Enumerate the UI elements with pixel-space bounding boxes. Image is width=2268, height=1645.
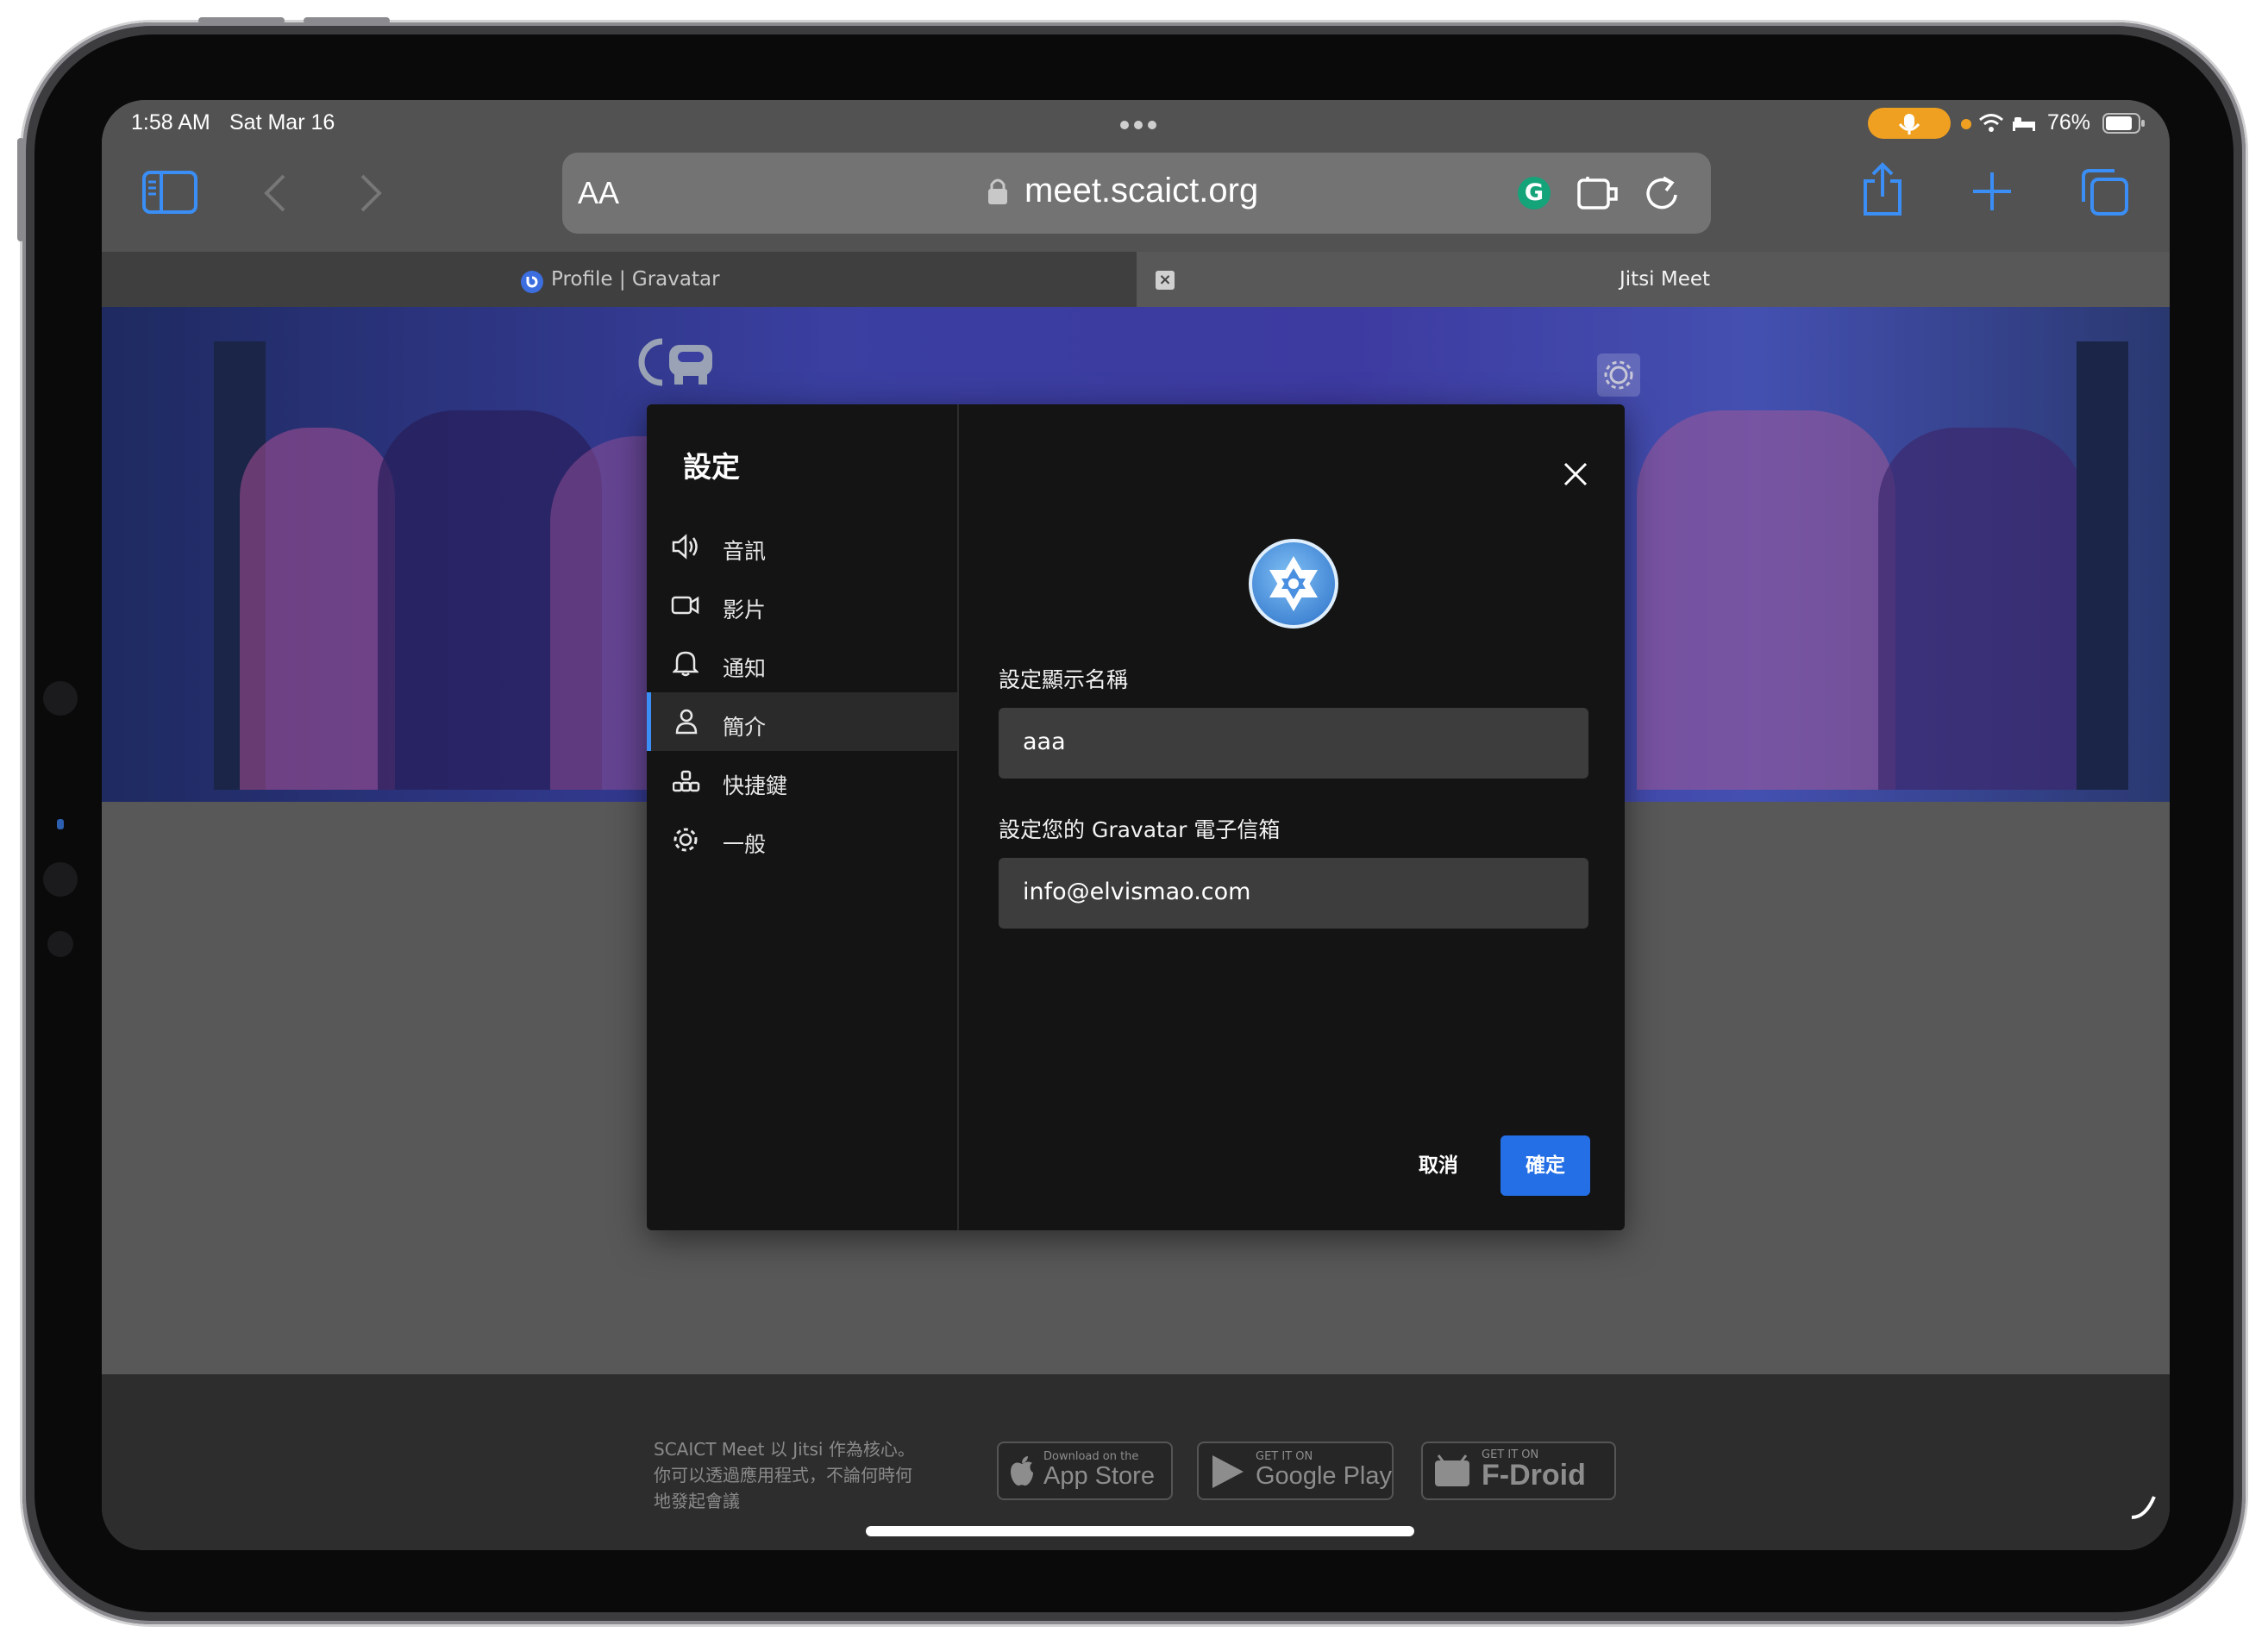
camera-indicator: [57, 819, 64, 829]
nav-item-label: 影片: [723, 597, 767, 622]
crowd-silhouette: [240, 428, 395, 790]
volume-button-top-2: [304, 17, 390, 24]
cancel-button[interactable]: 取消: [1404, 1137, 1473, 1194]
tab-profile-gravatar[interactable]: Profile | Gravatar: [102, 252, 1137, 307]
status-time: 1:58 AM: [131, 110, 210, 134]
speaker-icon: [672, 534, 698, 560]
google-play-icon: [1212, 1455, 1244, 1488]
volume-button-top: [198, 17, 285, 24]
banner-pillar-2: [2077, 341, 2128, 790]
video-icon: [671, 596, 699, 615]
active-indicator: [647, 692, 651, 751]
gravatar-favicon-icon: [521, 271, 543, 293]
email-field[interactable]: info@elvismao.com: [999, 858, 1588, 929]
nav-item-label: 一般: [723, 832, 767, 857]
display-name-value: aaa: [1023, 729, 1066, 755]
tab-label-jitsi: Jitsi Meet: [1620, 268, 1711, 291]
scaict-logo-icon: [638, 338, 712, 386]
tab-label-profile: Profile | Gravatar: [551, 268, 720, 291]
badge-big-text: Google Play: [1256, 1462, 1392, 1490]
lock-icon: [988, 178, 1007, 204]
tabs-overview-icon[interactable]: [2080, 167, 2130, 217]
banner-settings-button[interactable]: [1597, 353, 1640, 397]
text-size-button[interactable]: AA: [578, 175, 619, 211]
ok-button[interactable]: 確定: [1501, 1135, 1590, 1196]
sidebar-icon[interactable]: [142, 171, 197, 214]
wifi-icon: [1979, 114, 2003, 132]
nav-item-label: 快捷鍵: [723, 773, 788, 798]
tab-jitsi-meet[interactable]: × Jitsi Meet: [1137, 252, 2170, 307]
display-name-field[interactable]: aaa: [999, 708, 1588, 779]
page-footer: SCAICT Meet 以 Jitsi 作為核心。 你可以透過應用程式，不論何時…: [102, 1374, 2170, 1550]
avatar-snowflake-icon: [1269, 556, 1318, 611]
display-name-label: 設定顯示名稱: [999, 667, 1129, 692]
url-text[interactable]: meet.scaict.org: [1024, 172, 1258, 210]
shortcuts-icon: [673, 770, 700, 792]
sleep-icon: [2013, 117, 2035, 131]
f-droid-icon: [1435, 1454, 1469, 1486]
nav-item-label: 簡介: [723, 715, 767, 740]
screen: 1:58 AM Sat Mar 16 76% AA meet.scaict.or…: [102, 100, 2170, 1550]
crowd-silhouette-5: [1878, 428, 2085, 790]
close-tab-icon[interactable]: ×: [1156, 271, 1175, 290]
extension-icon[interactable]: [1576, 173, 1621, 213]
microphone-icon: [1898, 114, 1920, 134]
badge-small-text: Download on the: [1043, 1450, 1139, 1463]
nav-item-label: 通知: [723, 656, 767, 681]
multitask-dots-icon[interactable]: [1120, 121, 1158, 129]
footer-description: SCAICT Meet 以 Jitsi 作為核心。 你可以透過應用程式，不論何時…: [654, 1436, 915, 1514]
google-play-badge[interactable]: GET IT ON Google Play: [1197, 1442, 1394, 1500]
person-icon: [675, 709, 698, 735]
gear-icon: [1604, 360, 1633, 390]
dialog-title: 設定: [683, 450, 740, 484]
camera-dot-2: [43, 862, 78, 897]
footer-line: 地發起會議: [654, 1491, 740, 1511]
status-date: Sat Mar 16: [229, 110, 335, 134]
dialog-divider: [957, 404, 959, 1230]
mic-indicator: [1868, 108, 1951, 139]
nav-item-profile[interactable]: 簡介: [647, 692, 957, 751]
email-value: info@elvismao.com: [1023, 879, 1251, 905]
nav-item-notifications[interactable]: 通知: [647, 634, 957, 692]
battery-percent: 76%: [2047, 110, 2091, 134]
sensor-dot: [47, 931, 73, 957]
recording-dot: [1961, 119, 1971, 129]
home-indicator[interactable]: [866, 1526, 1414, 1536]
badge-small-text: GET IT ON: [1256, 1450, 1313, 1463]
email-label: 設定您的 Gravatar 電子信箱: [999, 817, 1281, 842]
close-icon[interactable]: [1563, 461, 1588, 487]
badge-big-text: App Store: [1043, 1462, 1155, 1490]
bell-icon: [673, 651, 699, 677]
new-tab-icon[interactable]: [1971, 171, 2013, 212]
settings-dialog: 設定 音訊 影片 通知 簡介 快捷鍵 一般 設定顯示名稱 aaa 設定您的 Gr…: [647, 404, 1625, 1230]
side-button: [17, 138, 24, 241]
url-bar[interactable]: AA meet.scaict.org G: [562, 153, 1711, 234]
camera-dot: [43, 681, 78, 716]
reload-icon[interactable]: [1642, 173, 1682, 213]
badge-big-text: F-Droid: [1482, 1459, 1586, 1492]
grammarly-icon[interactable]: G: [1518, 177, 1551, 210]
nav-item-shortcuts[interactable]: 快捷鍵: [647, 751, 957, 810]
footer-line: 你可以透過應用程式，不論何時何: [654, 1465, 912, 1486]
nav-item-general[interactable]: 一般: [647, 810, 957, 868]
nav-item-audio[interactable]: 音訊: [647, 516, 957, 575]
f-droid-badge[interactable]: GET IT ON F-Droid: [1421, 1442, 1616, 1500]
avatar[interactable]: [1249, 539, 1338, 629]
forward-icon[interactable]: [359, 173, 385, 213]
scribble-icon[interactable]: [2128, 1492, 2159, 1523]
app-store-badge[interactable]: Download on the App Store: [997, 1442, 1173, 1500]
gear-icon: [674, 828, 698, 852]
share-icon[interactable]: [1861, 162, 1904, 217]
back-icon[interactable]: [261, 173, 287, 213]
nav-item-label: 音訊: [723, 539, 767, 564]
footer-line: SCAICT Meet 以 Jitsi 作為核心。: [654, 1439, 915, 1460]
battery-icon: [2102, 113, 2145, 134]
nav-item-video[interactable]: 影片: [647, 575, 957, 634]
apple-icon: [1011, 1456, 1033, 1486]
crowd-silhouette-4: [1637, 410, 1895, 790]
